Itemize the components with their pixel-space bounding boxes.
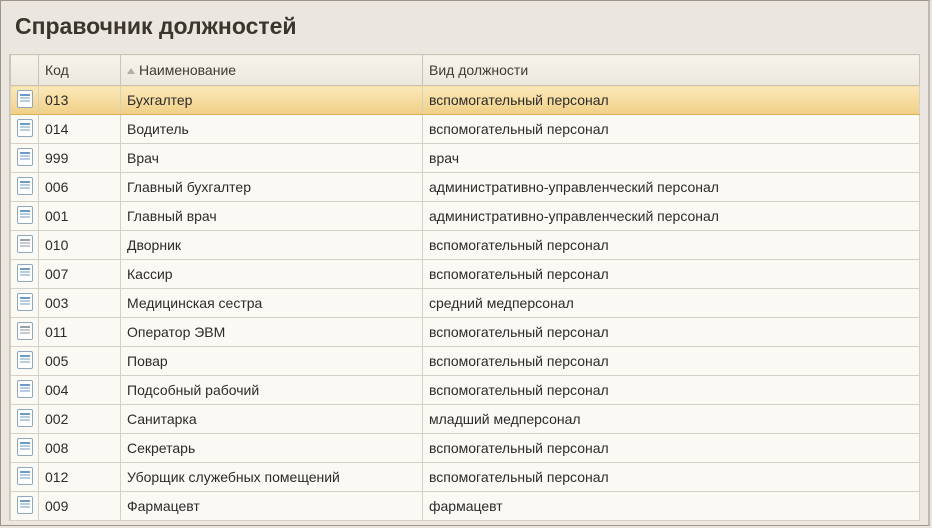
cell-type: вспомогательный персонал: [423, 376, 920, 405]
row-icon-cell: [11, 144, 39, 173]
table-row[interactable]: 009Фармацевтфармацевт: [11, 492, 920, 521]
cell-type: вспомогательный персонал: [423, 86, 920, 115]
cell-type: младший медперсонал: [423, 405, 920, 434]
table-row[interactable]: 005Поварвспомогательный персонал: [11, 347, 920, 376]
document-icon: [17, 264, 33, 282]
col-header-code[interactable]: Код: [39, 55, 121, 86]
row-icon-cell: [11, 492, 39, 521]
cell-name: Бухгалтер: [121, 86, 423, 115]
document-icon: [17, 235, 33, 253]
row-icon-cell: [11, 231, 39, 260]
document-icon: [17, 90, 33, 108]
cell-type: вспомогательный персонал: [423, 115, 920, 144]
cell-code: 010: [39, 231, 121, 260]
col-header-type[interactable]: Вид должности: [423, 55, 920, 86]
cell-type: врач: [423, 144, 920, 173]
document-icon: [17, 409, 33, 427]
cell-type: вспомогательный персонал: [423, 231, 920, 260]
positions-grid: Код Наименование Вид должности 013Бухгал…: [9, 54, 920, 521]
cell-code: 006: [39, 173, 121, 202]
table-row[interactable]: 008Секретарьвспомогательный персонал: [11, 434, 920, 463]
cell-code: 003: [39, 289, 121, 318]
table-row[interactable]: 012Уборщик служебных помещенийвспомогате…: [11, 463, 920, 492]
cell-name: Медицинская сестра: [121, 289, 423, 318]
document-icon: [17, 351, 33, 369]
cell-code: 002: [39, 405, 121, 434]
row-icon-cell: [11, 405, 39, 434]
row-icon-cell: [11, 115, 39, 144]
cell-name: Уборщик служебных помещений: [121, 463, 423, 492]
cell-name: Подсобный рабочий: [121, 376, 423, 405]
cell-name: Водитель: [121, 115, 423, 144]
table-row[interactable]: 001Главный врачадминистративно-управленч…: [11, 202, 920, 231]
cell-type: вспомогательный персонал: [423, 434, 920, 463]
row-icon-cell: [11, 86, 39, 115]
col-header-name[interactable]: Наименование: [121, 55, 423, 86]
cell-code: 999: [39, 144, 121, 173]
cell-name: Дворник: [121, 231, 423, 260]
cell-code: 013: [39, 86, 121, 115]
cell-code: 009: [39, 492, 121, 521]
cell-code: 014: [39, 115, 121, 144]
cell-code: 007: [39, 260, 121, 289]
cell-type: вспомогательный персонал: [423, 260, 920, 289]
cell-code: 001: [39, 202, 121, 231]
cell-type: средний медперсонал: [423, 289, 920, 318]
cell-name: Санитарка: [121, 405, 423, 434]
row-icon-cell: [11, 318, 39, 347]
cell-type: административно-управленческий персонал: [423, 202, 920, 231]
document-icon: [17, 206, 33, 224]
document-icon: [17, 177, 33, 195]
cell-name: Главный врач: [121, 202, 423, 231]
cell-code: 005: [39, 347, 121, 376]
document-icon: [17, 148, 33, 166]
row-icon-cell: [11, 463, 39, 492]
row-icon-cell: [11, 260, 39, 289]
document-icon: [17, 380, 33, 398]
positions-table: Код Наименование Вид должности 013Бухгал…: [10, 54, 920, 521]
cell-code: 011: [39, 318, 121, 347]
cell-type: фармацевт: [423, 492, 920, 521]
page-title: Справочник должностей: [1, 1, 928, 54]
document-icon: [17, 322, 33, 340]
row-icon-cell: [11, 173, 39, 202]
cell-name: Повар: [121, 347, 423, 376]
table-header-row: Код Наименование Вид должности: [11, 55, 920, 86]
table-row[interactable]: 004Подсобный рабочийвспомогательный перс…: [11, 376, 920, 405]
document-icon: [17, 496, 33, 514]
table-row[interactable]: 011Оператор ЭВМвспомогательный персонал: [11, 318, 920, 347]
document-icon: [17, 467, 33, 485]
cell-name: Главный бухгалтер: [121, 173, 423, 202]
cell-name: Секретарь: [121, 434, 423, 463]
table-row[interactable]: 006Главный бухгалтерадминистративно-упра…: [11, 173, 920, 202]
cell-name: Кассир: [121, 260, 423, 289]
col-header-icon[interactable]: [11, 55, 39, 86]
app-frame: Справочник должностей Код Наименование В…: [0, 0, 930, 526]
table-row[interactable]: 999Врачврач: [11, 144, 920, 173]
table-row[interactable]: 002Санитаркамладший медперсонал: [11, 405, 920, 434]
document-icon: [17, 119, 33, 137]
cell-name: Оператор ЭВМ: [121, 318, 423, 347]
document-icon: [17, 438, 33, 456]
cell-type: вспомогательный персонал: [423, 463, 920, 492]
table-row[interactable]: 010Дворниквспомогательный персонал: [11, 231, 920, 260]
row-icon-cell: [11, 376, 39, 405]
table-row[interactable]: 013Бухгалтервспомогательный персонал: [11, 86, 920, 115]
cell-code: 008: [39, 434, 121, 463]
row-icon-cell: [11, 202, 39, 231]
document-icon: [17, 293, 33, 311]
table-row[interactable]: 007Кассирвспомогательный персонал: [11, 260, 920, 289]
cell-name: Фармацевт: [121, 492, 423, 521]
cell-code: 004: [39, 376, 121, 405]
table-row[interactable]: 014Водительвспомогательный персонал: [11, 115, 920, 144]
cell-type: вспомогательный персонал: [423, 347, 920, 376]
cell-name: Врач: [121, 144, 423, 173]
cell-code: 012: [39, 463, 121, 492]
cell-type: административно-управленческий персонал: [423, 173, 920, 202]
table-row[interactable]: 003Медицинская сестрасредний медперсонал: [11, 289, 920, 318]
row-icon-cell: [11, 434, 39, 463]
cell-type: вспомогательный персонал: [423, 318, 920, 347]
row-icon-cell: [11, 289, 39, 318]
row-icon-cell: [11, 347, 39, 376]
